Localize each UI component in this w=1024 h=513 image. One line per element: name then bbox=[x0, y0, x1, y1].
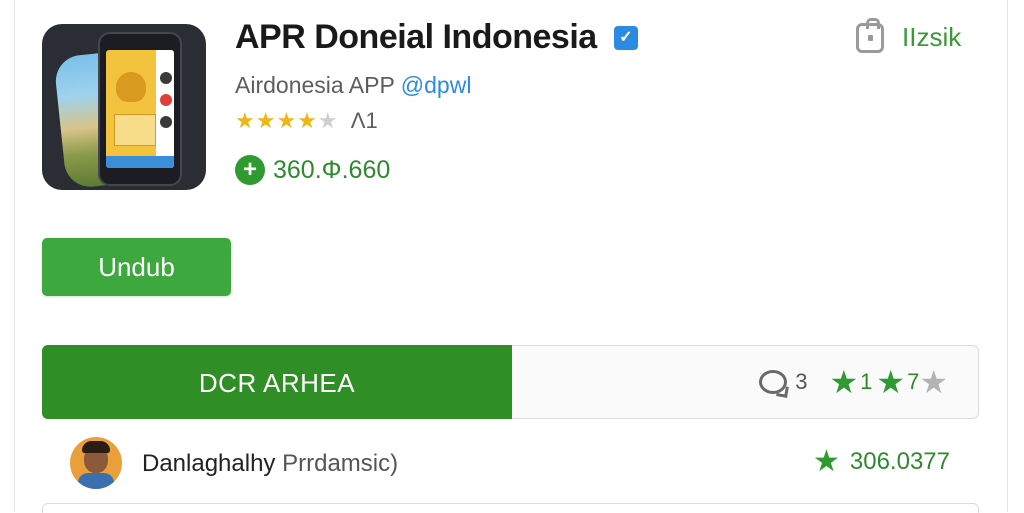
download-count: 360.Φ.660 bbox=[273, 155, 391, 184]
review-score: ★ 306.0377 bbox=[813, 447, 950, 477]
rating-stars-icon: ★★★★★ bbox=[235, 108, 339, 133]
lock-icon bbox=[856, 17, 884, 53]
app-title: APR Doneial Indonesia bbox=[235, 18, 597, 56]
document-icon bbox=[114, 114, 156, 146]
phone-dot-icon bbox=[160, 72, 172, 84]
developer-line: Airdonesia APP @dpwl bbox=[235, 72, 471, 99]
star-icon: ★ bbox=[812, 445, 840, 478]
phone-screen bbox=[106, 50, 174, 168]
rating-count: Λ1 bbox=[350, 108, 378, 133]
star-icon[interactable]: ★ bbox=[829, 366, 858, 398]
comment-count: 3 bbox=[795, 369, 808, 394]
app-icon[interactable] bbox=[42, 24, 206, 190]
star-empty-icon[interactable]: ★ bbox=[919, 366, 948, 398]
phone-side-panel bbox=[156, 50, 174, 168]
reviewer-role: Prrdamsic) bbox=[282, 450, 399, 477]
permission-label: IIzsik bbox=[902, 22, 962, 52]
comment-icon[interactable] bbox=[759, 370, 788, 394]
reviewer-name: Danlaghalhy bbox=[142, 450, 276, 477]
stat-b: 7 bbox=[907, 369, 920, 394]
avatar-shirt bbox=[78, 473, 114, 489]
developer-name[interactable]: Airdonesia APP bbox=[235, 72, 394, 98]
phone-illustration bbox=[98, 32, 182, 186]
avatar[interactable] bbox=[70, 437, 122, 489]
garuda-emblem-icon bbox=[116, 72, 146, 102]
developer-handle[interactable]: @dpwl bbox=[401, 72, 472, 98]
rating-row: ★★★★★ Λ1 bbox=[235, 108, 378, 134]
avatar-hair bbox=[82, 441, 110, 453]
downloads-row: + 360.Φ.660 bbox=[235, 155, 390, 185]
review-score-value: 306.0377 bbox=[849, 448, 950, 475]
plus-circle-icon: + bbox=[235, 155, 265, 185]
check-badge-icon: ✓ bbox=[614, 26, 638, 50]
download-button[interactable]: Undub bbox=[42, 238, 231, 296]
star-icon[interactable]: ★ bbox=[876, 366, 905, 398]
tab-bar: DCR ARHEA 3 ★ 1 ★ 7 ★ bbox=[42, 345, 979, 419]
reviewer-line: Danlaghalhy Prrdamsic) bbox=[142, 450, 398, 478]
tab-active[interactable]: DCR ARHEA bbox=[42, 345, 512, 419]
phone-dot-icon bbox=[160, 116, 172, 128]
tab-stats: 3 ★ 1 ★ 7 ★ bbox=[759, 346, 948, 418]
permission-button[interactable]: IIzsik bbox=[856, 17, 962, 53]
stat-a: 1 bbox=[860, 369, 873, 394]
review-row[interactable]: Danlaghalhy Prrdamsic) ★ 306.0377 bbox=[70, 437, 970, 491]
phone-alert-icon bbox=[160, 94, 172, 106]
phone-nav-bar bbox=[106, 156, 174, 168]
